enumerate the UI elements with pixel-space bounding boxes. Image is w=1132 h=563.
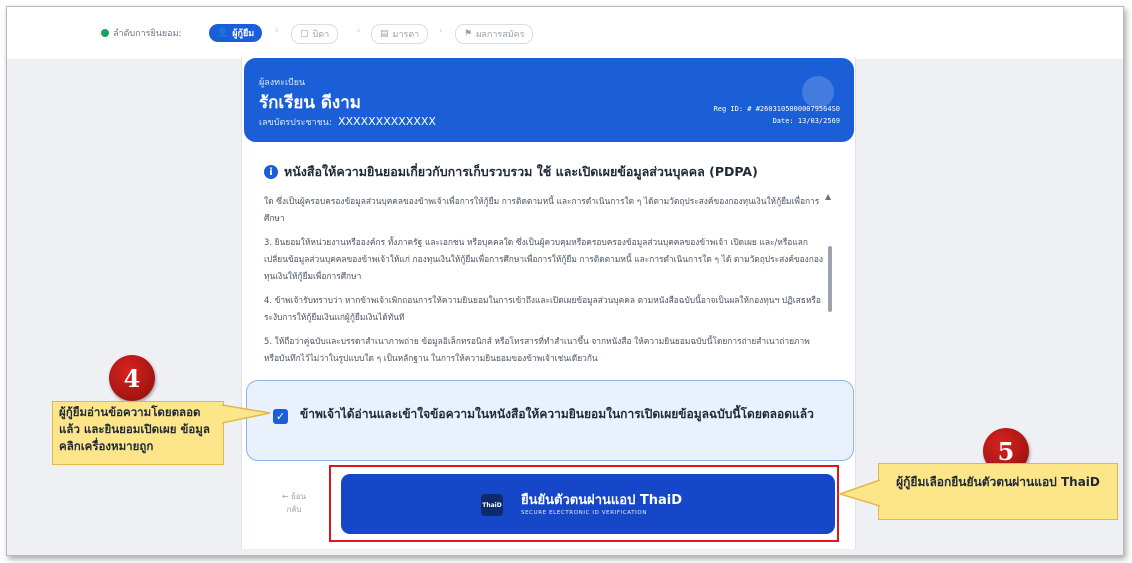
step-borrower[interactable]: 👤 ผู้กู้ยืม bbox=[209, 24, 263, 42]
step-father-label: บิดา bbox=[312, 30, 330, 40]
registrant-name: รักเรียน ดีงาม bbox=[259, 93, 361, 113]
consent-checkbox[interactable]: ✓ bbox=[273, 409, 288, 424]
pdpa-title: i หนังสือให้ความยินยอมเกี่ยวกับการเก็บรว… bbox=[264, 162, 758, 182]
back-link[interactable]: ← ย้อน กลับ bbox=[276, 490, 312, 516]
chevron-right-icon: › bbox=[357, 26, 361, 36]
document-icon: ▤ bbox=[380, 29, 389, 39]
check-shield-icon bbox=[101, 29, 109, 37]
step-result-label: ผลการสมัคร bbox=[476, 30, 525, 40]
calendar-icon: ▢ bbox=[300, 29, 309, 39]
consent-paragraph: 5. ให้ถือว่าคู่ฉบับและบรรดาสำเนาภาพถ่าย … bbox=[264, 336, 810, 363]
checkmark-icon: ✓ bbox=[275, 410, 286, 423]
scroll-up-arrow-icon[interactable]: ▲ bbox=[825, 192, 831, 201]
consent-paragraph: 3. ยินยอมให้หน่วยงานหรือองค์กร ทั้งภาครั… bbox=[264, 237, 823, 281]
back-arrow-label: ← ย้อน bbox=[281, 492, 307, 501]
step-mother[interactable]: ▤ มารดา bbox=[371, 24, 429, 44]
flag-icon: ⚑ bbox=[464, 29, 473, 39]
registrant-header: ผู้ลงทะเบียน รักเรียน ดีงาม เลขบัตรประชา… bbox=[244, 58, 854, 142]
user-icon: 👤 bbox=[217, 28, 229, 38]
consent-checkbox-label[interactable]: ข้าพเจ้าได้อ่านและเข้าใจข้อความในหนังสือ… bbox=[300, 404, 828, 424]
citizen-id-label: เลขบัตรประชาชน: bbox=[259, 118, 332, 128]
chevron-right-icon: › bbox=[439, 26, 443, 36]
consent-paragraph: 4. ข้าพเจ้ารับทราบว่า หากข้าพเจ้าเพิกถอน… bbox=[264, 295, 821, 322]
reg-meta: Reg ID: # #26031050000079564S0 Date: 13/… bbox=[714, 103, 840, 127]
info-icon: i bbox=[264, 165, 278, 179]
step-father[interactable]: ▢ บิดา bbox=[291, 24, 339, 44]
callout-step-5: ผู้กู้ยืมเลือกยืนยันตัวตนผ่านแอป ThaiD bbox=[878, 463, 1118, 520]
callout-pointer-right bbox=[838, 479, 880, 507]
stepper-consent-order: ลำดับการยินยอม: bbox=[101, 24, 182, 42]
step-4-badge: 4 bbox=[109, 355, 155, 401]
chevron-right-icon: › bbox=[275, 26, 279, 36]
step-mother-label: มารดา bbox=[392, 30, 420, 40]
consent-stepper: ลำดับการยินยอม: 👤 ผู้กู้ยืม › ▢ บิดา › ▤… bbox=[7, 7, 1123, 59]
citizen-id-value: XXXXXXXXXXXXX bbox=[337, 115, 436, 128]
pdpa-title-text: หนังสือให้ความยินยอมเกี่ยวกับการเก็บรวบร… bbox=[284, 164, 758, 179]
step-result[interactable]: ⚑ ผลการสมัคร bbox=[455, 24, 534, 44]
consent-text-scroll[interactable]: ใด ซึ่งเป็นผู้ครอบครองข้อมูลส่วนบุคคลของ… bbox=[264, 193, 824, 368]
registrant-label: ผู้ลงทะเบียน bbox=[259, 78, 306, 88]
callout-step-4: ผู้กู้ยืมอ่านข้อความโดยตลอด แล้ว และยินย… bbox=[52, 401, 224, 465]
reg-date: Date: 13/03/2569 bbox=[772, 117, 840, 125]
scrollbar-thumb[interactable] bbox=[828, 246, 832, 312]
consent-paragraph: ใด ซึ่งเป็นผู้ครอบครองข้อมูลส่วนบุคคลของ… bbox=[264, 196, 820, 223]
stepper-consent-label: ลำดับการยินยอม: bbox=[113, 29, 182, 39]
back-label: กลับ bbox=[286, 505, 302, 514]
reg-id: Reg ID: # #26031050000079564S0 bbox=[713, 105, 840, 113]
highlight-frame bbox=[329, 465, 839, 542]
step-borrower-label: ผู้กู้ยืม bbox=[232, 29, 255, 39]
callout-pointer-left bbox=[222, 404, 271, 424]
citizen-id: เลขบัตรประชาชน: XXXXXXXXXXXXX bbox=[259, 115, 436, 129]
